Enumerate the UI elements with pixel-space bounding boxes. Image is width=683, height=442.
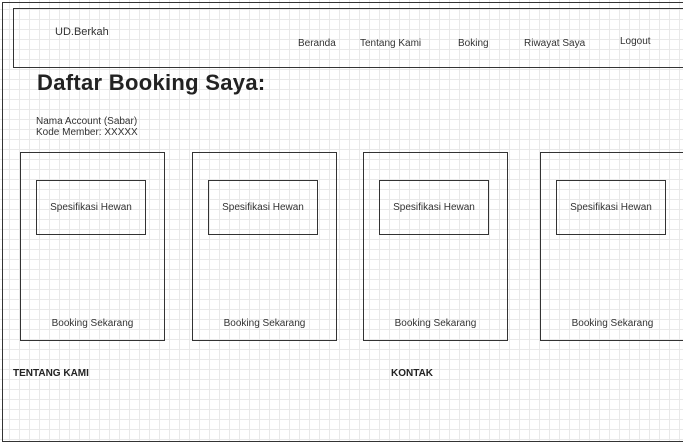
booking-now-button[interactable]: Booking Sekarang <box>193 318 336 329</box>
page-title: Daftar Booking Saya: <box>37 70 266 95</box>
nav-link-logout[interactable]: Logout <box>620 36 651 47</box>
footer-contact-heading: KONTAK <box>391 368 434 379</box>
brand-logo[interactable]: UD.Berkah <box>55 26 109 38</box>
booking-now-button[interactable]: Booking Sekarang <box>541 318 683 329</box>
animal-spec-box: Spesifikasi Hewan <box>556 180 666 235</box>
booking-now-button[interactable]: Booking Sekarang <box>21 318 164 329</box>
booking-card: Spesifikasi Hewan Booking Sekarang <box>540 152 683 341</box>
booking-card: Spesifikasi Hewan Booking Sekarang <box>20 152 165 341</box>
account-info: Nama Account (Sabar) Kode Member: XXXXX <box>36 116 138 138</box>
animal-spec-box: Spesifikasi Hewan <box>379 180 489 235</box>
animal-spec-box: Spesifikasi Hewan <box>208 180 318 235</box>
member-code: Kode Member: XXXXX <box>36 127 138 138</box>
booking-card: Spesifikasi Hewan Booking Sekarang <box>363 152 508 341</box>
animal-spec-box: Spesifikasi Hewan <box>36 180 146 235</box>
booking-card: Spesifikasi Hewan Booking Sekarang <box>192 152 337 341</box>
footer-about-heading: TENTANG KAMI <box>13 368 89 379</box>
booking-now-button[interactable]: Booking Sekarang <box>364 318 507 329</box>
nav-link-riwayat-saya[interactable]: Riwayat Saya <box>524 38 585 49</box>
nav-link-tentang-kami[interactable]: Tentang Kami <box>360 38 421 49</box>
account-name: Nama Account (Sabar) <box>36 116 138 127</box>
nav-link-beranda[interactable]: Beranda <box>298 38 336 49</box>
nav-link-boking[interactable]: Boking <box>458 38 489 49</box>
